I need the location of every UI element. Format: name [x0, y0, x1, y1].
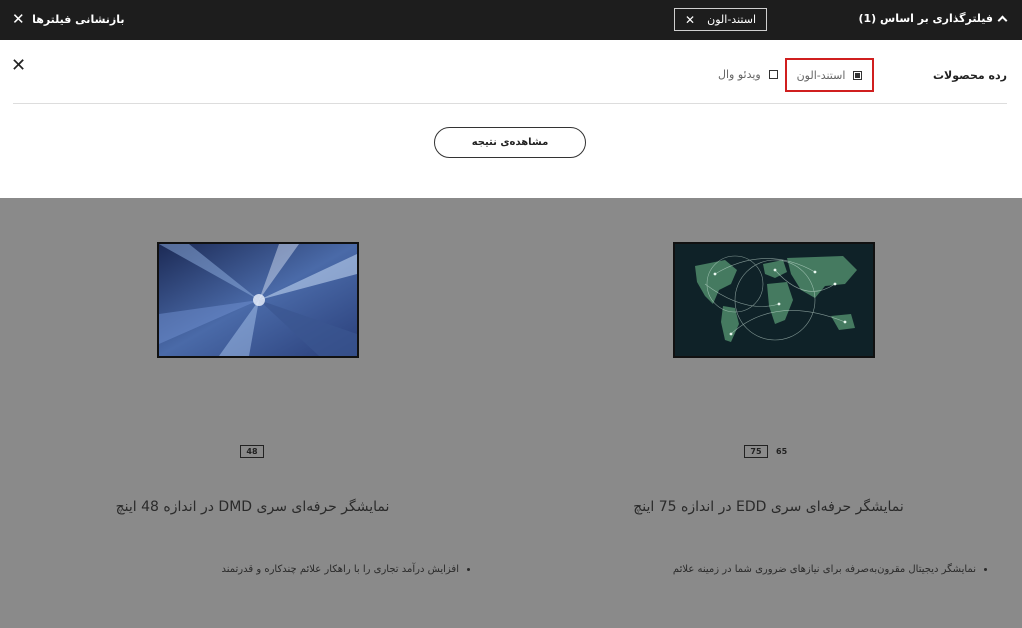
size-option[interactable]: 75 [744, 445, 768, 458]
product-card-edd: 75 65 نمایشگر حرفه‌ای سری EDD در اندازه … [511, 198, 1022, 628]
product-image-dmd[interactable] [157, 242, 359, 358]
size-options: 75 65 [744, 445, 787, 458]
filter-option-videowall[interactable]: ویدئو وال [718, 68, 778, 81]
product-feature: نمایشگر دیجیتال مقرون‌به‌صرفه برای نیازه… [673, 564, 987, 575]
size-option[interactable]: 65 [776, 447, 787, 456]
size-options: 48 [240, 445, 264, 458]
active-filter-label: استند-الون [707, 13, 756, 26]
product-card-dmd: 48 نمایشگر حرفه‌ای سری DMD در اندازه 48 … [0, 198, 511, 628]
reset-filters-button[interactable]: ✕ بازنشانی فیلترها [12, 10, 125, 28]
reset-filters-label: بازنشانی فیلترها [32, 12, 125, 26]
product-title[interactable]: نمایشگر حرفه‌ای سری DMD در اندازه 48 این… [0, 499, 508, 515]
view-results-button[interactable]: مشاهده‌ی نتیجه [434, 127, 586, 158]
size-option[interactable]: 48 [240, 445, 264, 458]
bullet-icon [467, 568, 470, 571]
filter-by-toggle[interactable]: فیلترگذاری بر اساس (1) [858, 12, 1008, 26]
product-title[interactable]: نمایشگر حرفه‌ای سری EDD در اندازه 75 این… [513, 499, 1022, 515]
remove-filter-icon[interactable]: ✕ [685, 13, 695, 27]
chevron-up-icon [997, 15, 1008, 26]
close-panel-icon[interactable]: ✕ [11, 57, 26, 75]
product-feature: افزایش درآمد تجاری را با راهکار علائم چن… [221, 564, 470, 575]
active-filter-chip[interactable]: ✕ استند-الون [674, 8, 767, 31]
option-label: استند-الون [796, 68, 846, 82]
filter-by-label: فیلترگذاری بر اساس (1) [858, 12, 993, 25]
checkbox-unchecked[interactable] [768, 70, 778, 79]
filter-option-standalone[interactable]: استند-الون [785, 58, 874, 92]
close-icon: ✕ [12, 10, 26, 28]
product-image-edd[interactable] [673, 242, 875, 358]
option-label: ویدئو وال [718, 68, 761, 81]
category-label: رده محصولات [932, 69, 1007, 82]
divider [13, 103, 1007, 104]
filter-topbar: ✕ بازنشانی فیلترها ✕ استند-الون فیلترگذا… [0, 0, 1022, 40]
checkbox-checked[interactable] [853, 70, 863, 80]
bullet-icon [984, 568, 987, 571]
feature-text: افزایش درآمد تجاری را با راهکار علائم چن… [221, 564, 459, 575]
feature-text: نمایشگر دیجیتال مقرون‌به‌صرفه برای نیازه… [672, 564, 976, 575]
filter-panel: ✕ رده محصولات استند-الون ویدئو وال مشاهد… [0, 40, 1022, 198]
